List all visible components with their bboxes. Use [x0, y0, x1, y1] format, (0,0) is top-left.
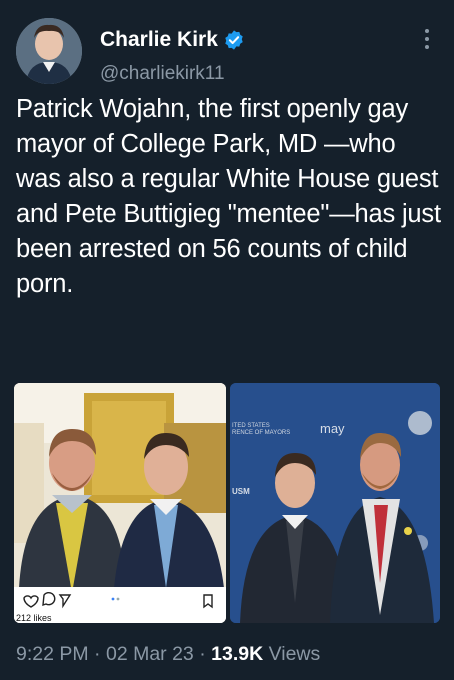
- photo-left-image: [14, 383, 226, 623]
- views-count[interactable]: 13.9K: [211, 643, 263, 665]
- tweet-date[interactable]: 02 Mar 23: [106, 643, 194, 665]
- likes-count-label: 212 likes: [16, 613, 52, 623]
- banner-text-2: RENCE OF MAYORS: [232, 430, 291, 436]
- tweet-text: Patrick Wojahn, the first openly gay may…: [16, 95, 441, 298]
- banner-text-3: may: [320, 421, 345, 436]
- author-handle[interactable]: @charliekirk11: [100, 63, 225, 85]
- tweet-time[interactable]: 9:22 PM: [16, 643, 89, 665]
- author-name-row: Charlie Kirk: [100, 28, 245, 52]
- avatar-image: [16, 18, 82, 84]
- author-display-name[interactable]: Charlie Kirk: [100, 28, 218, 52]
- tweet-meta: 9:22 PM · 02 Mar 23 · 13.9K Views: [16, 643, 320, 666]
- tweet-header: Charlie Kirk @charliekirk11: [16, 18, 438, 85]
- tweet-photo-right[interactable]: ITED STATES RENCE OF MAYORS may USM: [230, 383, 440, 623]
- banner-text-4: USM: [232, 487, 250, 496]
- photo-right-image: [230, 383, 440, 623]
- avatar[interactable]: [16, 18, 82, 84]
- banner-text-1: ITED STATES: [232, 423, 270, 429]
- separator: ·: [199, 643, 206, 665]
- more-options-icon[interactable]: [424, 28, 430, 50]
- tweet-photo-left[interactable]: 212 likes: [14, 383, 226, 623]
- views-label: Views: [268, 643, 321, 665]
- separator: ·: [94, 643, 101, 665]
- verified-badge-icon: [225, 30, 243, 50]
